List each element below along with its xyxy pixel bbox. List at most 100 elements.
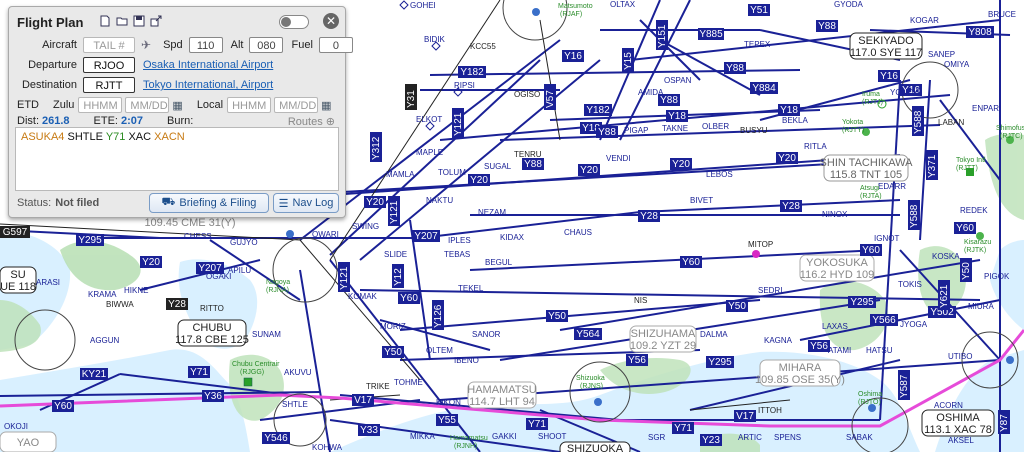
svg-text:BIWWA: BIWWA — [106, 300, 134, 309]
svg-text:ACORN: ACORN — [934, 401, 963, 410]
svg-text:YOKOSUKA: YOKOSUKA — [806, 257, 868, 269]
svg-text:VENDI: VENDI — [606, 154, 630, 163]
svg-text:Y56: Y56 — [810, 341, 828, 352]
svg-text:Y28: Y28 — [782, 201, 800, 212]
route-textarea[interactable]: ASUKA4 SHTLE Y71 XAC XACN — [15, 127, 339, 191]
destination-input[interactable]: RJTT — [83, 77, 135, 93]
svg-text:Y621: Y621 — [939, 284, 950, 308]
open-folder-icon[interactable] — [116, 15, 133, 30]
svg-text:KOSKA: KOSKA — [932, 252, 960, 261]
save-icon[interactable] — [133, 15, 150, 30]
svg-text:GYODA: GYODA — [834, 0, 864, 9]
routes-link[interactable]: Routes ⊕ — [288, 115, 335, 128]
svg-text:Y126: Y126 — [433, 304, 444, 328]
svg-text:BIVET: BIVET — [690, 196, 713, 205]
svg-text:Y60: Y60 — [682, 257, 700, 268]
svg-text:SHIN TACHIKAWA: SHIN TACHIKAWA — [820, 157, 914, 169]
svg-text:Y12: Y12 — [393, 268, 404, 286]
nav-log-button[interactable]: ☰ Nav Log — [273, 193, 339, 213]
svg-text:SGR: SGR — [648, 433, 666, 442]
burn-label: Burn: — [167, 115, 194, 127]
svg-text:Y31: Y31 — [406, 90, 417, 108]
fuel-input[interactable]: 0 — [318, 37, 353, 53]
svg-text:SHIZUHAMA: SHIZUHAMA — [631, 328, 696, 340]
svg-text:(RJTK): (RJTK) — [964, 247, 986, 254]
svg-text:Y16: Y16 — [880, 71, 898, 82]
svg-text:ATAMI: ATAMI — [828, 346, 851, 355]
svg-text:PIGAP: PIGAP — [624, 126, 648, 135]
svg-text:BEGUL: BEGUL — [485, 258, 513, 267]
svg-text:LABAN: LABAN — [938, 118, 964, 127]
aircraft-input[interactable]: TAIL # — [83, 37, 135, 53]
svg-text:ARASI: ARASI — [36, 278, 60, 287]
departure-input[interactable]: RJOO — [83, 57, 135, 73]
svg-text:MORIZ: MORIZ — [380, 322, 406, 331]
departure-label: Departure — [28, 59, 77, 71]
share-icon[interactable] — [150, 15, 167, 30]
svg-text:OLTAX: OLTAX — [610, 0, 636, 9]
new-document-icon[interactable] — [99, 15, 116, 30]
svg-text:OMIYA: OMIYA — [944, 60, 970, 69]
svg-text:SANEP: SANEP — [928, 50, 955, 59]
svg-text:Y121: Y121 — [453, 112, 464, 136]
dist-label: Dist: — [17, 115, 39, 127]
svg-text:OLBER: OLBER — [702, 122, 729, 131]
svg-text:Oshima: Oshima — [858, 391, 882, 398]
calendar-icon[interactable]: ▦ — [321, 99, 331, 112]
svg-text:Y20: Y20 — [142, 257, 160, 268]
close-icon[interactable]: ✕ — [323, 13, 339, 29]
svg-text:Y60: Y60 — [54, 401, 72, 412]
zulu-date-input[interactable]: MM/DD — [125, 97, 170, 113]
svg-text:OKOJI: OKOJI — [4, 422, 28, 431]
calendar-icon[interactable]: ▦ — [172, 99, 182, 112]
svg-text:BEKLA: BEKLA — [782, 116, 808, 125]
svg-text:Y60: Y60 — [956, 223, 974, 234]
svg-text:109.85 OSE 35(Y): 109.85 OSE 35(Y) — [755, 374, 845, 386]
svg-text:Y20: Y20 — [580, 165, 598, 176]
svg-text:TEKEL: TEKEL — [458, 284, 484, 293]
svg-text:Y566: Y566 — [872, 315, 896, 326]
svg-text:NINOX: NINOX — [822, 210, 848, 219]
alt-input[interactable]: 080 — [249, 37, 284, 53]
briefing-filing-button[interactable]: ⛟ Briefing & Filing — [149, 193, 269, 213]
toggle-switch[interactable] — [279, 15, 309, 29]
svg-text:Y88: Y88 — [818, 21, 836, 32]
svg-text:MAPLE: MAPLE — [416, 148, 443, 157]
status-value: Not filed — [55, 197, 100, 209]
list-icon: ☰ — [278, 197, 289, 210]
svg-text:Tokyo Intl: Tokyo Intl — [956, 157, 986, 164]
svg-text:SHOOT: SHOOT — [538, 432, 567, 441]
spd-input[interactable]: 110 — [188, 37, 223, 53]
svg-text:109.2 YZT 29: 109.2 YZT 29 — [630, 340, 696, 352]
local-date-input[interactable]: MM/DD — [274, 97, 319, 113]
alt-label: Alt — [230, 39, 244, 51]
svg-text:G597: G597 — [3, 227, 28, 238]
svg-text:EDARR: EDARR — [878, 182, 906, 191]
local-label: Local — [196, 99, 224, 111]
route-token: ASUKA4 — [21, 131, 65, 143]
svg-text:DALMA: DALMA — [700, 330, 728, 339]
svg-text:(RJNA): (RJNA) — [266, 287, 289, 294]
zulu-time-input[interactable]: HHMM — [78, 97, 123, 113]
local-time-input[interactable]: HHMM — [227, 97, 272, 113]
svg-text:CHAUS: CHAUS — [564, 228, 592, 237]
svg-text:V57: V57 — [545, 90, 556, 108]
destination-airport-link[interactable]: Tokyo International, Airport — [143, 79, 273, 91]
departure-airport-link[interactable]: Osaka International Airport — [143, 59, 273, 71]
svg-text:Y71: Y71 — [190, 367, 208, 378]
svg-text:(RJGG): (RJGG) — [240, 369, 264, 376]
svg-text:KAGNA: KAGNA — [764, 336, 793, 345]
svg-text:Y808: Y808 — [968, 27, 992, 38]
svg-text:SUNAM: SUNAM — [252, 330, 281, 339]
svg-text:Y23: Y23 — [702, 435, 720, 446]
svg-text:Y28: Y28 — [640, 211, 658, 222]
svg-text:109.45 CME 31(Y): 109.45 CME 31(Y) — [144, 217, 235, 229]
svg-text:OLTEM: OLTEM — [426, 346, 453, 355]
svg-text:PIGOK: PIGOK — [984, 272, 1010, 281]
panel-header: Flight Plan — [17, 15, 167, 30]
svg-text:TAKNE: TAKNE — [662, 124, 688, 133]
route-token: SHTLE — [67, 131, 103, 143]
svg-text:KOHWA: KOHWA — [312, 443, 343, 452]
svg-text:KIDAX: KIDAX — [500, 233, 525, 242]
svg-text:Y88: Y88 — [598, 127, 616, 138]
